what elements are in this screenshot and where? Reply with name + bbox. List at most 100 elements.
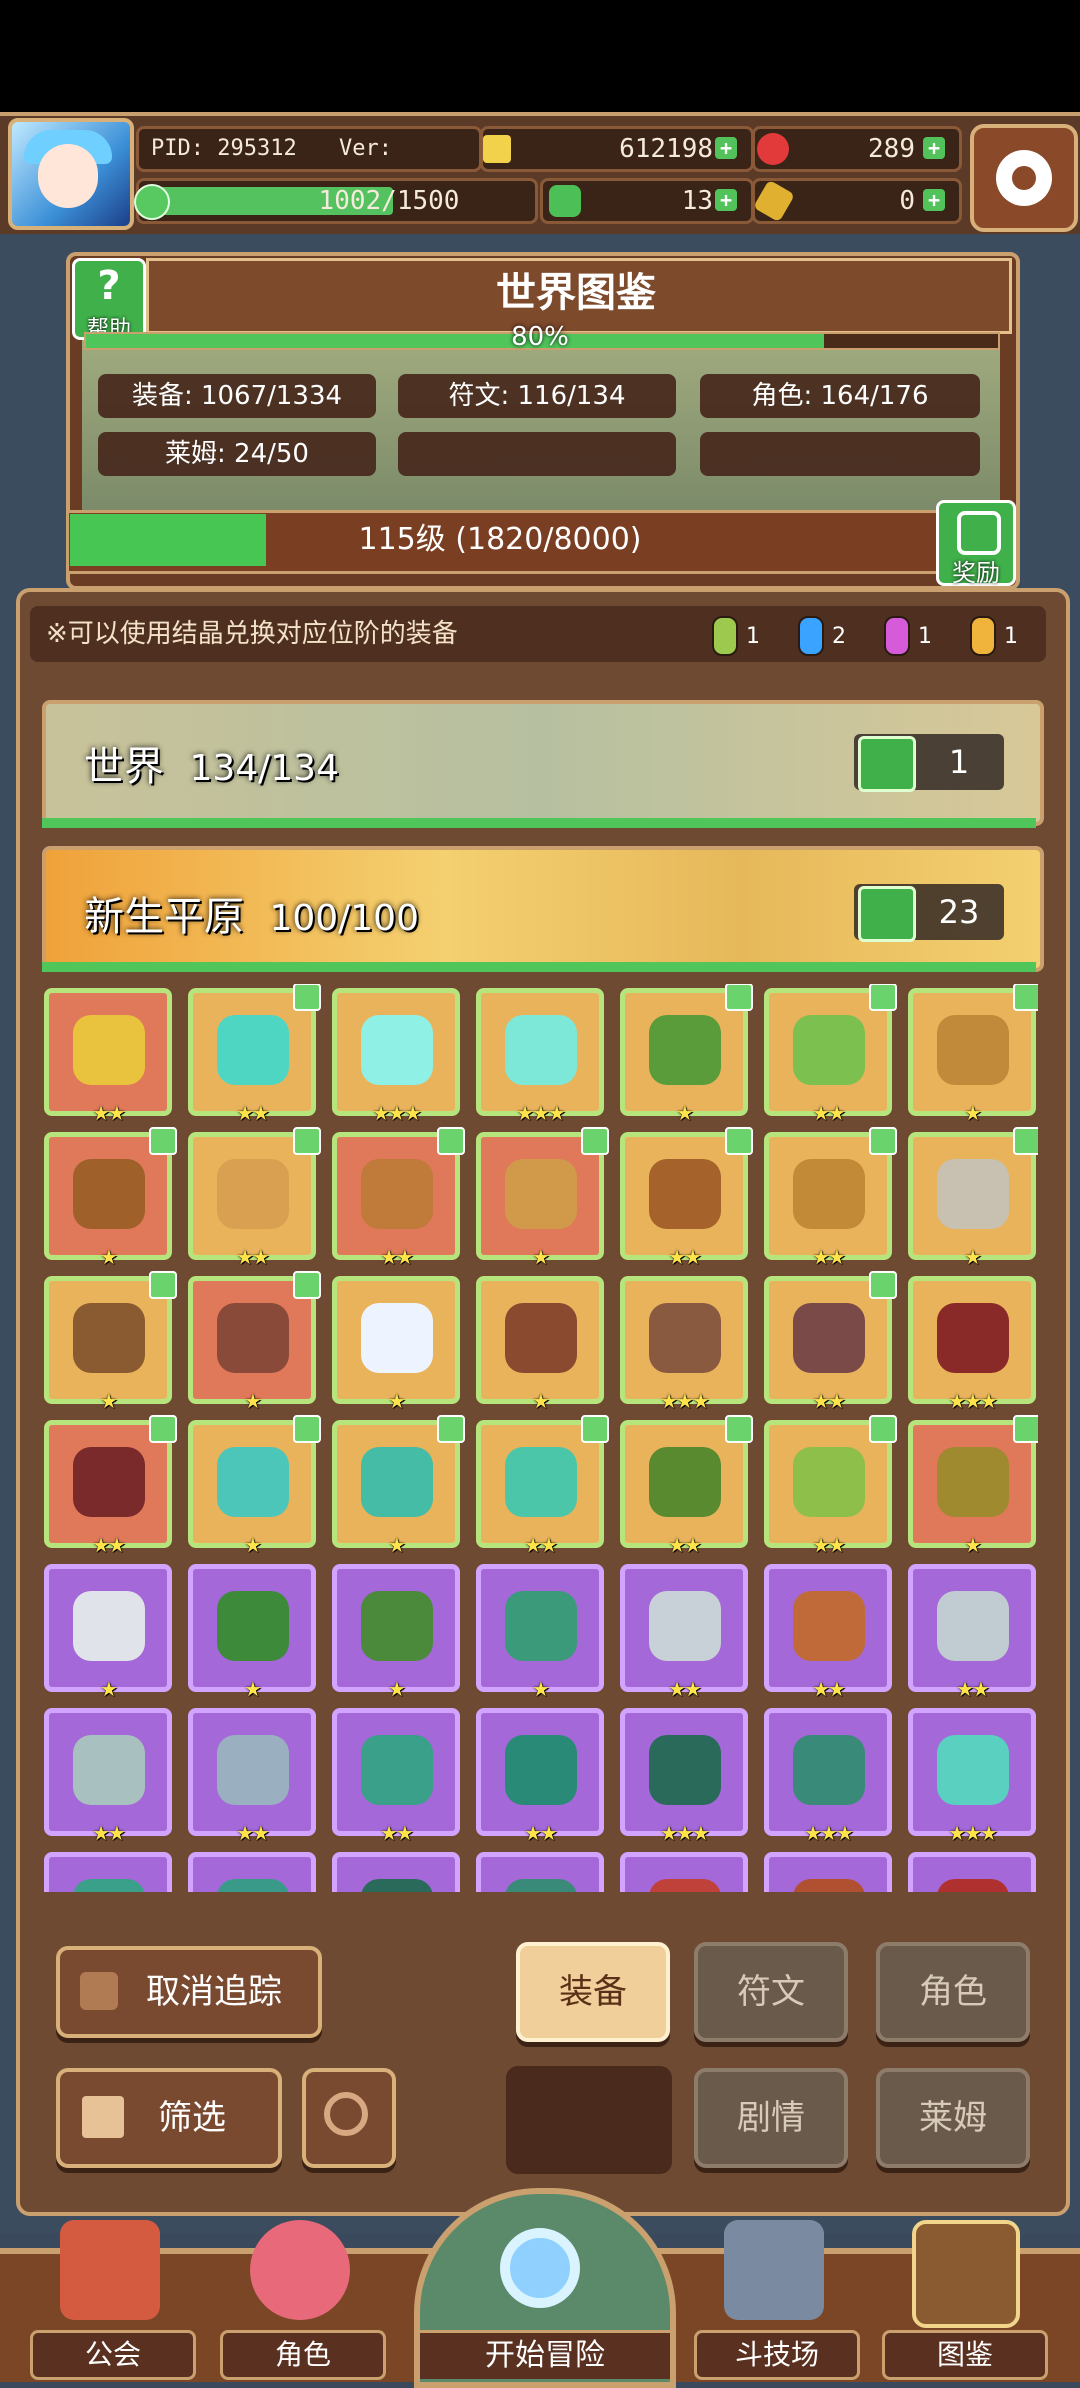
- add-clover-button[interactable]: +: [715, 189, 737, 211]
- equipment-slot[interactable]: ★: [44, 1127, 177, 1269]
- equipment-slot[interactable]: ★★: [764, 1415, 897, 1557]
- equipment-slot[interactable]: ★★: [44, 1415, 177, 1557]
- tab-runes[interactable]: 符文: [694, 1942, 848, 2042]
- equipment-slot[interactable]: ★★: [188, 984, 321, 1125]
- equipment-item-icon: [937, 1447, 1009, 1517]
- equipment-slot[interactable]: [44, 1852, 172, 1892]
- equipment-slot[interactable]: ★: [476, 1127, 609, 1269]
- equipment-item-icon: [649, 1015, 721, 1085]
- completion-percent: 80%: [511, 322, 569, 352]
- equipment-slot[interactable]: ★★★: [620, 1708, 748, 1845]
- equipment-slot[interactable]: [764, 1852, 892, 1892]
- reward-button[interactable]: 奖励: [936, 500, 1016, 587]
- nav-codex[interactable]: 图鉴: [882, 2210, 1048, 2380]
- rarity-stars: ★★: [524, 1821, 558, 1845]
- equipment-item-icon: [73, 1735, 145, 1805]
- equipment-slot[interactable]: ★: [44, 1564, 172, 1701]
- equipment-item-icon: [217, 1447, 289, 1517]
- equipment-slot[interactable]: ★: [332, 1415, 465, 1557]
- equipment-slot[interactable]: ★★★: [908, 1708, 1036, 1845]
- equipment-slot[interactable]: ★★: [620, 1564, 748, 1701]
- gold-box: 612198 +: [480, 126, 754, 172]
- likes-box: 23: [854, 884, 1004, 942]
- untrack-button[interactable]: 取消追踪: [56, 1946, 322, 2038]
- character-icon: [250, 2220, 350, 2320]
- rarity-stars: ★★: [92, 1821, 126, 1845]
- equipment-slot[interactable]: ★★: [188, 1127, 321, 1269]
- equipment-slot[interactable]: ★: [476, 1276, 604, 1413]
- tab-story[interactable]: 剧情: [694, 2068, 848, 2168]
- tab-characters[interactable]: 角色: [876, 1942, 1030, 2042]
- settings-button[interactable]: [970, 124, 1078, 232]
- equipment-slot[interactable]: ★: [908, 1127, 1038, 1269]
- equipment-slot[interactable]: ★: [332, 1564, 460, 1701]
- equipment-slot[interactable]: ★: [332, 1276, 460, 1413]
- equipment-slot[interactable]: ★★★: [332, 988, 460, 1125]
- equipment-slot[interactable]: ★★: [620, 1415, 753, 1557]
- equipment-slot[interactable]: ★★★: [908, 1276, 1036, 1413]
- tracked-thumbs-up-icon: [581, 1127, 609, 1155]
- region-banner-newborn-plains[interactable]: 新生平原 100/100 23: [42, 846, 1044, 972]
- equipment-slot[interactable]: ★: [908, 1415, 1038, 1557]
- equipment-slot[interactable]: ★★: [764, 984, 897, 1125]
- tracked-thumbs-up-icon: [725, 984, 753, 1011]
- equipment-slot[interactable]: ★★★: [620, 1276, 748, 1413]
- add-gold-button[interactable]: +: [715, 137, 737, 159]
- reset-button[interactable]: [302, 2068, 396, 2168]
- rarity-stars: ★★: [812, 1245, 846, 1269]
- rarity-stars: ★★★: [948, 1389, 998, 1413]
- add-ruby-button[interactable]: +: [923, 137, 945, 159]
- equipment-slot[interactable]: ★★★: [476, 988, 604, 1125]
- magnifier-icon: [500, 2228, 580, 2308]
- equipment-slot[interactable]: ★: [188, 1271, 321, 1413]
- equipment-slot[interactable]: ★★: [44, 1708, 172, 1845]
- equipment-slot[interactable]: ★★: [764, 1127, 897, 1269]
- player-avatar[interactable]: [8, 118, 134, 230]
- equipment-slot[interactable]: [476, 1852, 604, 1892]
- equipment-slot[interactable]: ★: [188, 1564, 316, 1701]
- status-bar-area: [0, 0, 1080, 112]
- equipment-slot[interactable]: [908, 1852, 1036, 1892]
- equipment-slot[interactable]: ★★: [332, 1708, 460, 1845]
- region-banner-world[interactable]: 世界 134/134 1: [42, 700, 1044, 826]
- region-name: 新生平原 100/100: [84, 894, 419, 940]
- nav-guild[interactable]: 公会: [30, 2210, 196, 2380]
- equipment-slot[interactable]: [332, 1852, 460, 1892]
- equipment-slot[interactable]: ★: [476, 1564, 604, 1701]
- equipment-slot[interactable]: ★★: [764, 1271, 897, 1413]
- equipment-slot[interactable]: ★★: [908, 1564, 1036, 1701]
- rarity-stars: ★★: [524, 1533, 558, 1557]
- rarity-stars: ★★: [236, 1101, 270, 1125]
- tab-slime[interactable]: 莱姆: [876, 2068, 1030, 2168]
- equipment-item-icon: [361, 1303, 433, 1373]
- equipment-slot[interactable]: [188, 1852, 316, 1892]
- add-key-button[interactable]: +: [923, 189, 945, 211]
- gem-counter-2: 2: [798, 616, 846, 656]
- equipment-slot[interactable]: ★★★: [764, 1708, 892, 1845]
- equipment-slot[interactable]: ★: [620, 984, 753, 1125]
- equipment-slot[interactable]: ★★: [44, 988, 172, 1125]
- nav-arena[interactable]: 斗技场: [694, 2210, 860, 2380]
- filter-button[interactable]: 筛选: [56, 2068, 282, 2168]
- equipment-slot[interactable]: ★: [188, 1415, 321, 1557]
- rarity-stars: ★★: [956, 1677, 990, 1701]
- equipment-slot[interactable]: ★: [44, 1271, 177, 1413]
- tab-equipment[interactable]: 装备: [516, 1942, 670, 2042]
- equipment-slot[interactable]: ★★: [620, 1127, 753, 1269]
- nav-character[interactable]: 角色: [220, 2210, 386, 2380]
- tip-text: ※可以使用结晶兑换对应位阶的装备: [46, 619, 458, 649]
- tracked-thumbs-up-icon: [437, 1415, 465, 1443]
- equipment-slot[interactable]: [620, 1852, 748, 1892]
- equipment-slot[interactable]: ★★: [188, 1708, 316, 1845]
- rarity-stars: ★: [532, 1677, 550, 1701]
- tracked-thumbs-up-icon: [293, 1415, 321, 1443]
- energy-value: 1002/1500: [318, 186, 460, 216]
- equipment-slot[interactable]: ★★: [476, 1415, 609, 1557]
- equipment-slot[interactable]: ★: [908, 984, 1038, 1125]
- equipment-slot[interactable]: ★★: [764, 1564, 892, 1701]
- equipment-slot[interactable]: ★★: [332, 1127, 465, 1269]
- equipment-slot[interactable]: ★★: [476, 1708, 604, 1845]
- equipment-item-icon: [73, 1303, 145, 1373]
- nav-adventure-label: 开始冒险: [420, 2330, 670, 2379]
- equipment-item-icon: [505, 1015, 577, 1085]
